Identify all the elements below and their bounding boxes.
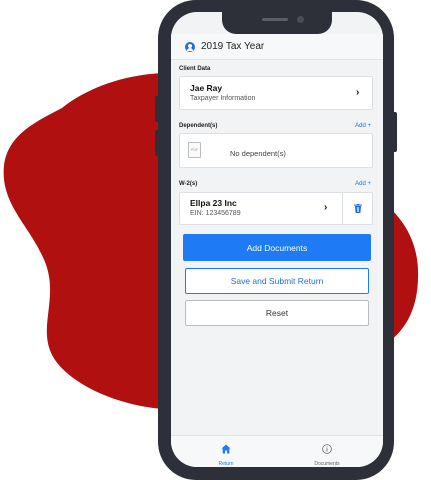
save-submit-button[interactable]: Save and Submit Return [185,268,369,294]
pdf-document-icon: PDF [188,142,201,158]
tab-return-label: Return [218,461,234,467]
app-header: 2019 Tax Year [171,34,383,60]
tab-bar: Return Documents [171,435,383,467]
no-dependents-text: No dependent(s) [230,149,286,158]
chevron-right-icon: › [356,87,360,98]
speaker-grille [262,18,288,21]
w2-card[interactable]: Ellpa 23 Inc EIN: 123456789 › [179,192,373,225]
add-documents-button[interactable]: Add Documents [183,234,371,261]
page-title: 2019 Tax Year [201,41,265,52]
add-dependent-link[interactable]: Add + [355,123,371,129]
dependents-card: PDF No dependent(s) [179,133,373,168]
tab-return[interactable]: Return [196,441,256,467]
w2-label: W-2(s) [179,181,198,187]
front-camera [297,16,304,23]
phone-notch [222,12,332,34]
user-circle-icon [185,41,195,52]
client-data-label: Client Data [179,66,211,72]
trash-icon[interactable] [354,204,362,213]
w2-ein: EIN: 123456789 [190,210,241,217]
reset-button[interactable]: Reset [185,300,369,326]
info-icon [322,444,332,454]
dependents-label: Dependent(s) [179,123,218,129]
tab-documents[interactable]: Documents [297,441,357,467]
client-subtitle: Taxpayer Information [190,95,256,102]
phone-screen: 2019 Tax Year Client Data Jae Ray Taxpay… [171,12,383,467]
chevron-right-icon[interactable]: › [324,202,327,213]
tab-documents-label: Documents [314,461,340,467]
w2-employer: Ellpa 23 Inc [190,198,237,208]
divider [342,193,343,225]
client-name: Jae Ray [190,83,223,93]
client-card[interactable]: Jae Ray Taxpayer Information › [179,76,373,110]
add-w2-link[interactable]: Add + [355,181,371,187]
home-icon [221,444,231,454]
